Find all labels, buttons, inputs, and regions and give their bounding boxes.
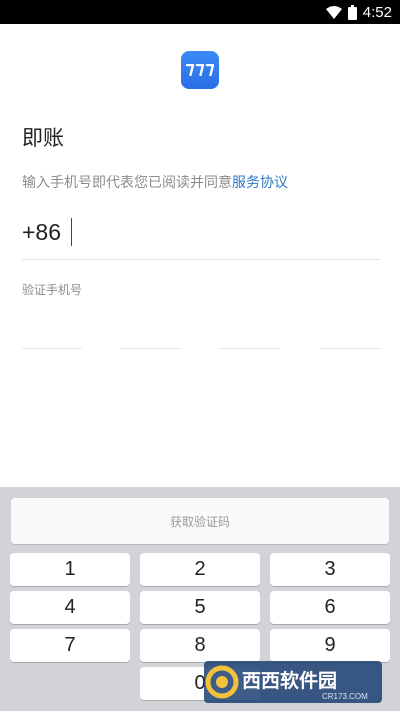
country-code[interactable]: +86 <box>22 219 61 246</box>
code-digit-4[interactable] <box>320 348 380 349</box>
status-bar: 4:52 <box>0 0 400 24</box>
status-icons: 4:52 <box>325 0 392 24</box>
verify-phone-label: 验证手机号 <box>22 283 83 297</box>
key-2[interactable]: 2 <box>140 553 260 586</box>
key-1[interactable]: 1 <box>10 553 130 586</box>
agreement-text: 输入手机号即代表您已阅读并同意 <box>22 175 232 191</box>
key-6[interactable]: 6 <box>270 591 390 624</box>
key-9[interactable]: 9 <box>270 629 390 662</box>
phone-input-row[interactable]: +86 <box>22 216 380 260</box>
code-digit-3[interactable] <box>220 348 280 349</box>
wifi-icon <box>325 5 342 19</box>
key-7[interactable]: 7 <box>10 629 130 662</box>
key-4[interactable]: 4 <box>10 591 130 624</box>
code-digit-2[interactable] <box>120 348 180 349</box>
service-agreement-link[interactable]: 服务协议 <box>232 175 288 191</box>
phone-input-caret <box>71 218 72 246</box>
key-8[interactable]: 8 <box>140 629 260 662</box>
watermark-site: CR173.COM <box>322 692 368 701</box>
get-code-button[interactable]: 获取验证码 <box>11 498 389 544</box>
battery-icon <box>347 4 357 20</box>
receipt-icon <box>186 64 214 76</box>
status-time: 4:52 <box>362 3 392 21</box>
code-digit-1[interactable] <box>22 348 82 349</box>
watermark-brand: 西西软件园 <box>242 669 337 692</box>
agreement-notice: 输入手机号即代表您已阅读并同意服务协议 <box>22 172 288 192</box>
app-name: 即账 <box>22 126 64 150</box>
app-logo <box>181 51 219 89</box>
watermark-logo: 西西软件园 CR173.COM <box>204 661 382 703</box>
key-5[interactable]: 5 <box>140 591 260 624</box>
key-3[interactable]: 3 <box>270 553 390 586</box>
